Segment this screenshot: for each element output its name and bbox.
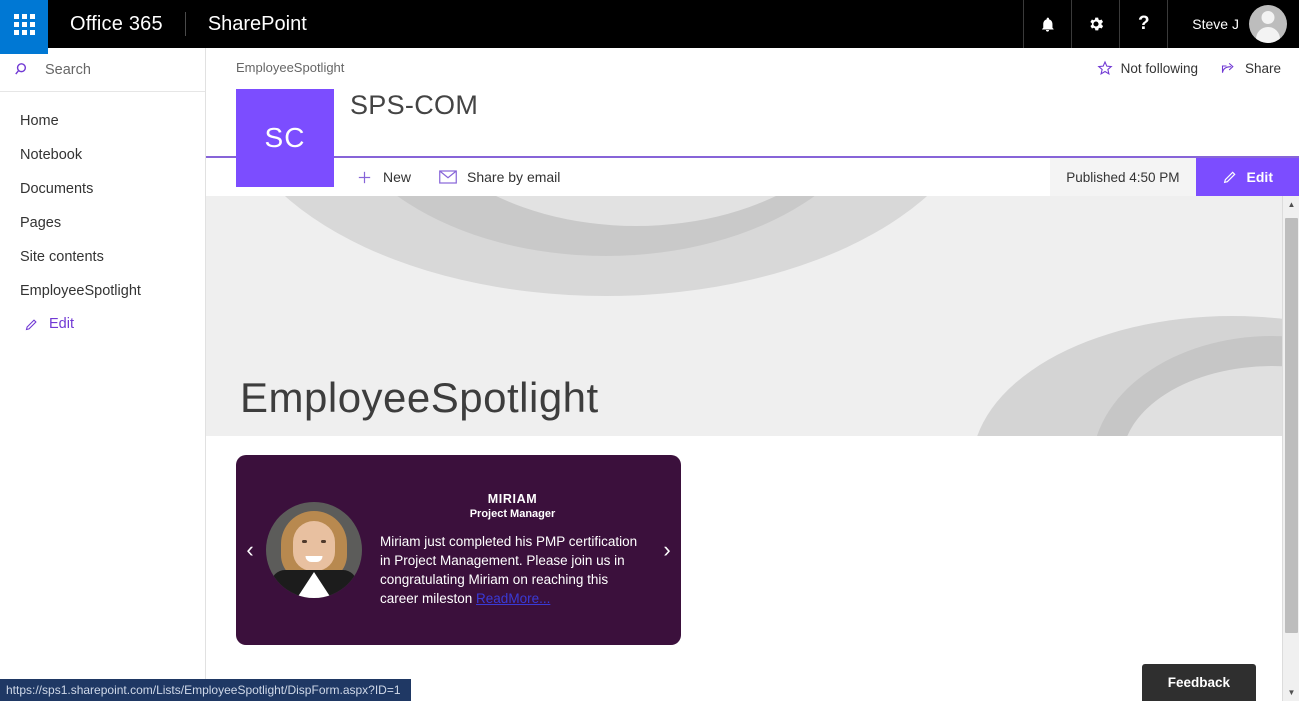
feedback-button[interactable]: Feedback: [1141, 664, 1256, 701]
new-button[interactable]: New: [354, 165, 413, 190]
user-name-label: Steve J: [1192, 16, 1239, 32]
question-mark-icon: ?: [1137, 13, 1150, 34]
waffle-icon: [13, 13, 35, 35]
search-box[interactable]: [0, 48, 205, 92]
status-bar-url: https://sps1.sharepoint.com/Lists/Employ…: [0, 679, 411, 701]
share-by-email-label: Share by email: [467, 169, 561, 185]
command-bar: New Share by email Published 4:50 PM Edi…: [206, 158, 1299, 196]
site-title[interactable]: SPS-COM: [350, 90, 478, 121]
site-header: EmployeeSpotlight SC SPS-COM Not followi…: [206, 48, 1299, 196]
sidebar-item-documents[interactable]: Documents: [0, 172, 205, 206]
not-following-button[interactable]: Not following: [1097, 60, 1198, 76]
search-input[interactable]: [45, 61, 175, 78]
office-brand-link[interactable]: Office 365: [48, 0, 185, 48]
employee-photo: [266, 502, 362, 598]
scroll-down-button[interactable]: ▼: [1283, 684, 1299, 701]
nav-edit-label: Edit: [49, 316, 74, 332]
star-icon: [1097, 60, 1113, 75]
plus-icon: [358, 171, 371, 183]
carousel-prev-button[interactable]: ‹: [236, 539, 264, 561]
new-label: New: [383, 169, 412, 185]
sidebar-item-site-contents[interactable]: Site contents: [0, 240, 205, 274]
avatar: [1249, 5, 1287, 43]
site-logo[interactable]: SC: [236, 89, 334, 187]
scroll-up-button[interactable]: ▲: [1283, 196, 1299, 213]
webpart-zone: ‹ MIRIAM Project Manager Miriam just com…: [206, 436, 1282, 701]
sidebar-item-employeespotlight[interactable]: EmployeeSpotlight: [0, 274, 205, 308]
nav-edit-button[interactable]: Edit: [0, 308, 205, 340]
employee-name: MIRIAM: [487, 492, 538, 506]
pencil-icon: [25, 318, 37, 330]
hero-banner: EmployeeSpotlight: [206, 196, 1282, 436]
edit-page-label: Edit: [1246, 169, 1273, 185]
command-bar-items: New Share by email: [354, 165, 562, 190]
carousel-next-button[interactable]: ›: [653, 539, 681, 561]
user-menu[interactable]: Steve J: [1167, 0, 1299, 48]
not-following-label: Not following: [1120, 60, 1198, 76]
breadcrumb[interactable]: EmployeeSpotlight: [236, 60, 344, 75]
bell-icon: [1042, 17, 1054, 32]
app-launcher-button[interactable]: [0, 0, 48, 48]
nav-list: Home Notebook Documents Pages Site conte…: [0, 92, 205, 340]
employee-role: Project Manager: [469, 508, 556, 520]
employee-details: MIRIAM Project Manager Miriam just compl…: [362, 492, 653, 608]
suite-spacer: [329, 0, 1024, 48]
app-launcher-accent: [0, 48, 48, 54]
employee-description: Miriam just completed his PMP certificat…: [376, 532, 649, 608]
gear-icon: [1090, 17, 1103, 31]
search-icon: [15, 63, 27, 75]
main-content: EmployeeSpotlight SC SPS-COM Not followi…: [206, 48, 1299, 701]
read-more-link[interactable]: ReadMore...: [476, 591, 550, 606]
help-button[interactable]: ?: [1119, 0, 1167, 48]
photo-face: [293, 521, 335, 571]
page-canvas: EmployeeSpotlight ‹ MIRIAM Project Manag…: [206, 196, 1282, 701]
vertical-scrollbar[interactable]: ▲ ▼: [1282, 196, 1299, 701]
notifications-button[interactable]: [1023, 0, 1071, 48]
page-title: EmployeeSpotlight: [240, 374, 599, 421]
suite-bar: Office 365 SharePoint ? Steve J: [0, 0, 1299, 48]
follow-share-group: Not following Share: [1097, 60, 1281, 76]
sidebar-item-notebook[interactable]: Notebook: [0, 138, 205, 172]
settings-button[interactable]: [1071, 0, 1119, 48]
photo-eye: [302, 540, 307, 543]
share-icon: [1221, 62, 1234, 73]
edit-page-button[interactable]: Edit: [1195, 158, 1299, 196]
sidebar-item-pages[interactable]: Pages: [0, 206, 205, 240]
command-bar-right: Published 4:50 PM Edit: [1050, 158, 1299, 196]
employee-spotlight-card: ‹ MIRIAM Project Manager Miriam just com…: [236, 455, 681, 645]
sharepoint-app-link[interactable]: SharePoint: [186, 0, 329, 48]
pencil-icon: [1223, 171, 1236, 184]
share-by-email-button[interactable]: Share by email: [437, 165, 562, 189]
scrollbar-thumb[interactable]: [1285, 218, 1298, 633]
share-label: Share: [1244, 60, 1281, 76]
envelope-icon: [439, 170, 457, 184]
share-button[interactable]: Share: [1220, 60, 1281, 76]
left-navigation: Home Notebook Documents Pages Site conte…: [0, 48, 206, 701]
sidebar-item-home[interactable]: Home: [0, 104, 205, 138]
photo-eye: [321, 540, 326, 543]
published-status: Published 4:50 PM: [1050, 158, 1196, 196]
